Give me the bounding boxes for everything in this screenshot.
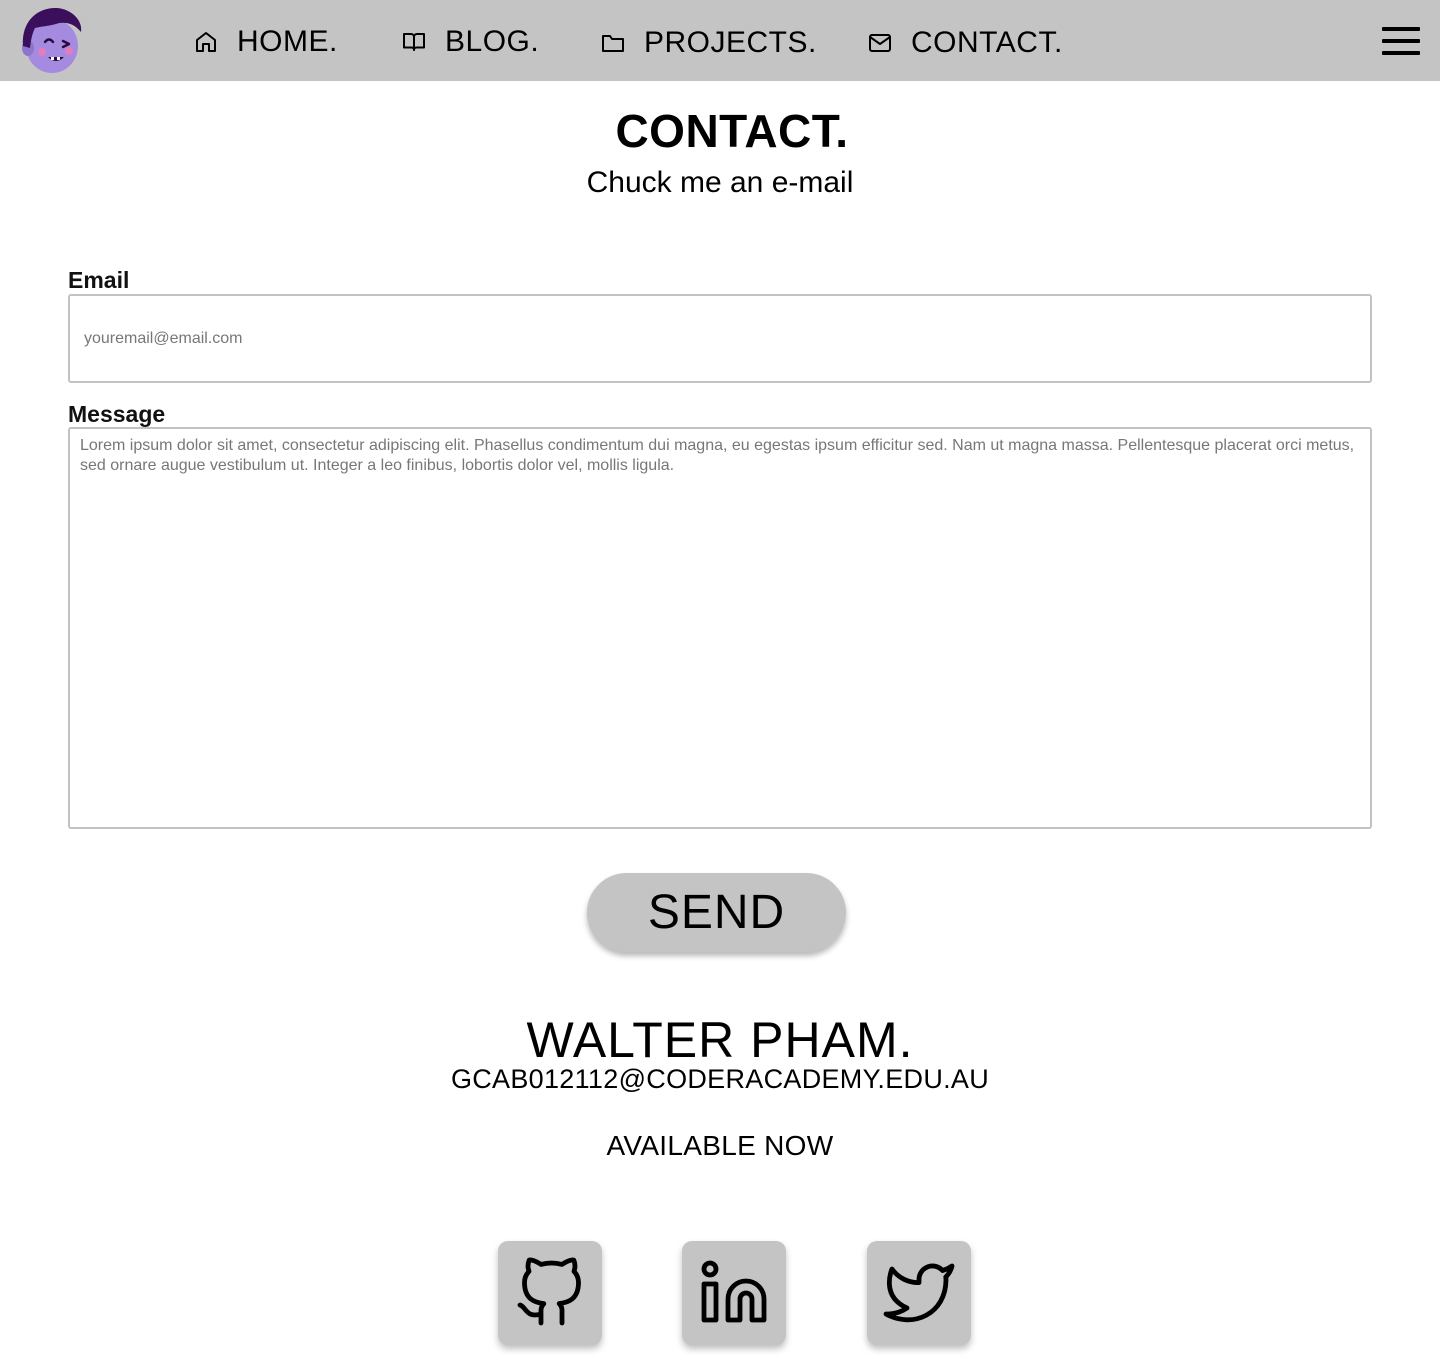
nav-item-projects[interactable]: PROJECTS.	[601, 23, 817, 63]
folder-icon	[602, 35, 624, 52]
github-link[interactable]	[498, 1241, 602, 1345]
linkedin-link[interactable]	[682, 1241, 786, 1345]
message-label: Message	[68, 401, 166, 427]
message-field[interactable]	[68, 427, 1372, 829]
availability-status: AVAILABLE NOW	[606, 1130, 834, 1161]
nav-item-label: BLOG.	[445, 25, 540, 58]
page-subtitle: Chuck me an e-mail	[586, 166, 854, 199]
hamburger-menu-icon[interactable]	[1381, 25, 1421, 57]
page-title: CONTACT.	[615, 105, 849, 157]
mail-icon	[869, 34, 891, 52]
nav-item-contact[interactable]: CONTACT.	[868, 23, 1063, 63]
nav-item-blog[interactable]: BLOG.	[402, 22, 539, 62]
nav-item-home[interactable]: HOME.	[194, 22, 338, 62]
email-label: Email	[68, 267, 130, 293]
menu-bar	[1382, 27, 1420, 31]
menu-bar	[1382, 39, 1420, 43]
nav-item-label: HOME.	[237, 25, 338, 58]
github-icon	[517, 1257, 581, 1326]
nav-item-label: PROJECTS.	[644, 26, 817, 59]
navbar: HOME. BLOG. PROJECTS. CONTACT.	[0, 0, 1440, 81]
menu-bar	[1382, 51, 1420, 55]
linkedin-icon	[701, 1260, 767, 1323]
footer-name: WALTER PHAM.	[526, 1012, 914, 1068]
book-icon	[403, 33, 425, 51]
nav-item-label: CONTACT.	[911, 26, 1063, 59]
email-field[interactable]	[68, 294, 1372, 383]
home-icon	[196, 32, 216, 52]
avatar-face-icon	[22, 7, 82, 73]
send-button[interactable]: SEND	[587, 873, 846, 952]
footer-email: GCAB012112@CODERACADEMY.EDU.AU	[450, 1064, 990, 1094]
twitter-icon	[883, 1263, 955, 1323]
avatar-logo[interactable]	[19, 6, 83, 74]
twitter-link[interactable]	[867, 1241, 971, 1345]
